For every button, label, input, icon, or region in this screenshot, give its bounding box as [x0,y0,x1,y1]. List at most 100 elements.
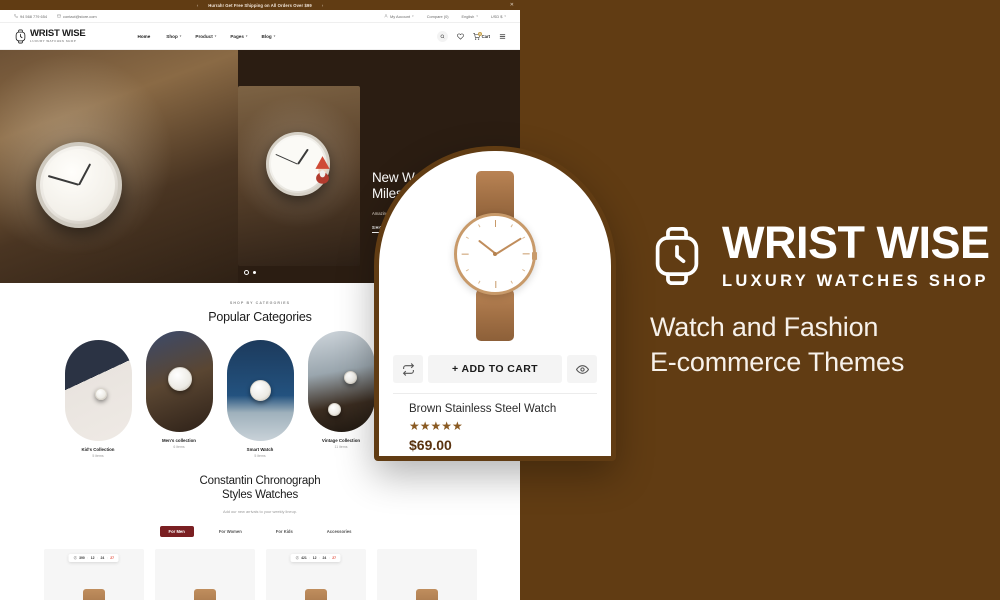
hero-carousel-dots [244,270,256,275]
wishlist-icon[interactable] [456,33,464,40]
watch-logo-icon [14,29,27,44]
category-count: 6 items [173,445,185,449]
product-filter-tabs: For Men For Women For Kids Accessories [0,525,520,537]
mail-icon [57,14,61,18]
product-grid: 390 : 12 : 24 : 27 421: 12: 24: 27 [0,548,520,600]
menu-icon[interactable] [499,33,506,40]
announcement-prev-arrow[interactable]: ‹ [187,3,209,8]
featured-product-price: $69.00 [409,437,452,453]
timer-minutes: 24 [322,555,327,560]
countdown-timer: 390 : 12 : 24 : 27 [68,553,119,562]
logo-name: WRIST WISE [30,28,86,40]
category-card-kids[interactable]: Kid's Collection 5 items [64,340,132,458]
nav-item-home[interactable]: Home [138,34,153,39]
chevron-down-icon: ▾ [214,34,217,38]
watch-case [454,213,537,295]
nav-item-shop[interactable]: Shop ▾ [166,34,181,39]
user-icon [384,14,388,18]
featured-product-card[interactable]: + ADD TO CART Brown Stainless Steel Watc… [374,146,616,461]
my-account-label: My Account [389,13,411,19]
category-image [64,340,132,441]
announcement-next-arrow[interactable]: › [312,3,334,8]
hero-watch-large [36,102,122,268]
timer-seconds: 27 [110,555,114,560]
site-logo[interactable]: WRIST WISE LUXURY WATCHES SHOP [14,29,86,44]
chevron-down-icon: ▾ [412,14,414,18]
search-icon [440,34,445,39]
watch-logo-icon [650,225,704,287]
product-image: 421 : 12 : 24 : 27 [265,548,366,600]
brand-subtitle: LUXURY WATCHES SHOP [722,271,989,290]
constantin-section: Constantin Chronograph Styles Watches Ad… [0,458,520,600]
featured-watch-illustration [447,171,543,341]
product-card[interactable]: 390 : 12 : 24 : 27 [43,548,144,600]
category-count: 5 items [254,454,266,458]
site-header: WRIST WISE LUXURY WATCHES SHOP Home Shop… [0,23,520,50]
product-card[interactable] [376,548,477,600]
quick-view-button[interactable] [567,355,597,383]
timer-hours: 12 [90,555,95,560]
nav-item-product[interactable]: Product ▾ [195,34,216,39]
logo-tagline: LUXURY WATCHES SHOP [30,39,77,44]
language-selector[interactable]: English ▾ [462,14,478,19]
compare-button[interactable] [393,355,423,383]
category-card-smart-watch[interactable]: Smart Watch 5 items [226,340,294,458]
currency-selector[interactable]: USD $ ▾ [491,14,506,19]
product-image: 390 : 12 : 24 : 27 [43,548,144,600]
category-image [307,331,375,432]
product-watch-thumb [415,588,438,600]
carousel-dot-1[interactable] [244,270,249,275]
compare-link[interactable]: Compare (0) [427,14,449,19]
featured-product-actions: + ADD TO CART [379,355,611,383]
header-actions: 0 Cart [436,30,506,42]
watch-minute-hand [495,237,522,255]
category-count: 11 items [334,445,348,449]
currency-label: USD $ [490,13,503,19]
product-card[interactable] [154,548,255,600]
nav-label: Pages [230,33,244,39]
hero-decor-figurine [314,154,331,184]
tab-for-men[interactable]: For Men [159,525,194,537]
carousel-dot-2[interactable] [253,271,256,274]
utility-bar: 94 568 779 654 contact@store.com My Acco… [0,10,520,23]
category-card-mens[interactable]: Men's collection 6 items [145,331,213,449]
featured-product-image [379,151,611,353]
timer-seconds: 27 [332,555,336,560]
category-name: Vintage Collection [321,438,361,443]
category-name: Smart Watch [246,447,274,452]
clock-icon [295,556,299,560]
category-card-vintage[interactable]: Vintage Collection 11 items [307,331,375,449]
brand-tagline-line2: E-commerce Themes [650,347,905,378]
nav-label: Blog [261,33,272,39]
brand-tagline-line1: Watch and Fashion [650,312,879,342]
phone-icon [14,14,18,18]
email-contact[interactable]: contact@store.com [57,14,97,19]
tab-for-women[interactable]: For Women [210,526,251,537]
tab-for-kids[interactable]: For Kids [267,526,302,537]
announcement-bar: ‹ Hurrah! Get Free Shipping on All Order… [0,0,520,10]
product-watch-thumb [193,588,216,600]
watch-strap-bottom [476,289,514,341]
nav-item-pages[interactable]: Pages ▾ [230,34,247,39]
brand-name: WRIST WISE [722,217,990,268]
add-to-cart-button[interactable]: + ADD TO CART [428,355,562,383]
compare-label: Compare (0) [426,13,449,19]
product-image [154,548,255,600]
brand-lockup: WRIST WISE LUXURY WATCHES SHOP [650,217,990,291]
tab-accessories[interactable]: Accessories [318,526,361,537]
category-count: 5 items [92,454,104,458]
featured-product-info: Brown Stainless Steel Watch ★★★★★ $69.00 [393,393,597,453]
nav-label: Product [195,33,213,39]
close-icon[interactable]: ✕ [510,2,514,8]
nav-label: Shop [166,33,178,39]
nav-item-blog[interactable]: Blog ▾ [262,34,276,39]
announcement-text: Hurrah! Get Free Shipping on All Orders … [208,2,312,8]
nav-label: Home [137,33,151,39]
watch-center-pin [493,252,497,256]
product-card[interactable]: 421 : 12 : 24 : 27 [265,548,366,600]
my-account-menu[interactable]: My Account ▾ [384,14,414,19]
cart-button[interactable]: 0 Cart [472,31,490,40]
category-image [145,331,213,432]
phone-contact[interactable]: 94 568 779 654 [14,14,47,19]
search-button[interactable] [436,30,448,42]
